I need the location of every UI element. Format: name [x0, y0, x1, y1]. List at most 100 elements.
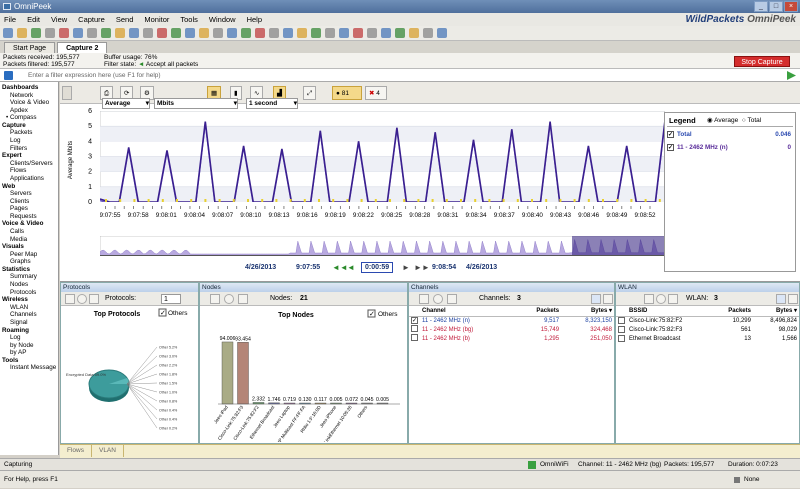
tab-flows[interactable]: Flows — [60, 445, 92, 457]
sidebar-item[interactable]: Clients/Servers — [0, 160, 58, 168]
table-row[interactable]: 11 - 2462 MHz (bg) 15,749 324,468 — [409, 325, 614, 334]
sidebar-item[interactable]: Peer Map — [0, 251, 58, 259]
rewind-icon[interactable]: ◄◄ — [332, 263, 348, 272]
filter-bar[interactable]: Enter a filter expression here (use F1 f… — [0, 69, 800, 82]
toolbar-icon-21[interactable] — [297, 28, 307, 38]
table-view-icon[interactable] — [65, 294, 75, 304]
overview-timeline[interactable] — [100, 236, 665, 256]
forward-icon[interactable]: ► — [402, 263, 410, 272]
sidebar-item[interactable]: Nodes — [0, 281, 58, 289]
col-packets[interactable]: Packets — [712, 306, 753, 317]
sidebar-item[interactable]: WLAN — [0, 304, 58, 312]
row-checkbox[interactable] — [411, 334, 418, 341]
toolbar-icon-31[interactable] — [437, 28, 447, 38]
legend-row[interactable]: ✓ 11 - 2462 MHz (n) 0 — [667, 142, 793, 155]
toolbar-icon-16[interactable] — [227, 28, 237, 38]
menu-window[interactable]: Window — [209, 13, 236, 26]
sidebar-item[interactable]: Channels — [0, 311, 58, 319]
maximize-button[interactable]: □ — [769, 1, 783, 12]
toolbar-icon-12[interactable] — [171, 28, 181, 38]
toolbar-icon-20[interactable] — [283, 28, 293, 38]
unit-dropdown[interactable]: Mbits ▾ — [154, 98, 238, 109]
menu-tools[interactable]: Tools — [180, 13, 198, 26]
tab-start-page[interactable]: Start Page — [4, 42, 56, 53]
sidebar-item[interactable]: Pages — [0, 205, 58, 213]
sidebar-item[interactable]: Summary — [0, 273, 58, 281]
row-checkbox[interactable] — [618, 334, 625, 342]
sidebar-item[interactable]: by Node — [0, 342, 58, 350]
toolbar-icon-29[interactable] — [409, 28, 419, 38]
menu-help[interactable]: Help — [247, 13, 262, 26]
tab-capture-2[interactable]: Capture 2 — [57, 42, 108, 53]
stop-capture-button[interactable]: Stop Capture — [734, 56, 790, 67]
row-checkbox[interactable] — [618, 325, 625, 333]
options-icon[interactable] — [603, 294, 613, 304]
sidebar-item[interactable]: Apdex — [0, 107, 58, 115]
bar-view-icon[interactable] — [447, 294, 457, 304]
toolbar-icon-30[interactable] — [423, 28, 433, 38]
pie-view-icon[interactable] — [433, 294, 443, 304]
toolbar-icon-24[interactable] — [339, 28, 349, 38]
sidebar-item[interactable]: Requests — [0, 213, 58, 221]
traffic-line-chart[interactable] — [100, 111, 665, 202]
toolbar-icon-13[interactable] — [185, 28, 195, 38]
toolbar-icon-18[interactable] — [255, 28, 265, 38]
collapse-icon[interactable] — [62, 86, 72, 100]
toolbar-icon-22[interactable] — [311, 28, 321, 38]
sidebar-item[interactable]: Voice & Video — [0, 99, 58, 107]
table-view-icon[interactable] — [419, 294, 429, 304]
event-count-b[interactable]: ✖ 4 — [365, 86, 387, 100]
col-bytes[interactable]: Bytes ▾ — [752, 306, 799, 317]
close-button[interactable]: × — [784, 1, 798, 12]
toolbar-icon-0[interactable] — [3, 28, 13, 38]
row-checkbox[interactable] — [618, 316, 625, 324]
sidebar-item[interactable]: Protocols — [0, 289, 58, 297]
sidebar-item[interactable]: Applications — [0, 175, 58, 183]
interval-field[interactable]: 1 second ▾ — [246, 98, 298, 109]
sidebar-item[interactable]: • Compass — [0, 114, 58, 122]
toolbar-icon-27[interactable] — [381, 28, 391, 38]
bar-view-icon[interactable] — [238, 294, 248, 304]
toolbar-icon-6[interactable] — [87, 28, 97, 38]
table-row[interactable]: 11 - 2462 MHz (b) 1,295 251,050 — [409, 334, 614, 343]
table-view-icon[interactable] — [644, 294, 654, 304]
col-packets[interactable]: Packets — [515, 306, 562, 317]
col-bytes[interactable]: Bytes ▾ — [561, 306, 614, 317]
table-row[interactable]: Ethernet Broadcast 13 1,566 — [616, 334, 799, 344]
toolbar-icon-7[interactable] — [101, 28, 111, 38]
legend-mode[interactable]: ◉ Average ○ Total — [707, 116, 761, 124]
filter-icon[interactable] — [4, 71, 13, 80]
row-checkbox[interactable]: ✓ — [411, 317, 418, 325]
toolbar-icon-4[interactable] — [59, 28, 69, 38]
col-bssid[interactable]: BSSID — [627, 306, 713, 317]
toolbar-icon-23[interactable] — [325, 28, 335, 38]
bar-view-icon[interactable] — [89, 294, 99, 304]
sidebar-item[interactable]: Filters — [0, 145, 58, 153]
toolbar-icon-5[interactable] — [73, 28, 83, 38]
col-channel[interactable]: Channel — [420, 306, 516, 317]
zoom-icon[interactable]: ⤢ — [303, 86, 317, 100]
filter-input[interactable]: Enter a filter expression here (use F1 f… — [28, 72, 161, 79]
toolbar-icon-10[interactable] — [143, 28, 153, 38]
table-row[interactable]: Cisco-Link:75:82:F2 10,299 8,496,824 — [616, 316, 799, 326]
node-bar[interactable] — [221, 341, 234, 405]
table-view-icon[interactable] — [210, 294, 220, 304]
mode-dropdown[interactable]: Average ▾ — [102, 98, 150, 109]
menu-edit[interactable]: Edit — [27, 13, 40, 26]
row-checkbox[interactable] — [411, 325, 418, 332]
span-field[interactable]: 0:00:59 — [361, 262, 394, 273]
menu-send[interactable]: Send — [116, 13, 134, 26]
toolbar-icon-14[interactable] — [199, 28, 209, 38]
table-row[interactable]: ✓ 11 - 2462 MHz (n) 9,517 8,323,150 — [409, 316, 614, 325]
toolbar-icon-1[interactable] — [17, 28, 27, 38]
filter-icon[interactable] — [776, 294, 786, 304]
options-icon[interactable] — [788, 294, 798, 304]
sidebar-item[interactable]: Instant Message — [0, 364, 58, 372]
sidebar-item[interactable]: Network — [0, 92, 58, 100]
toolbar-icon-2[interactable] — [31, 28, 41, 38]
sidebar-item[interactable]: Clients — [0, 198, 58, 206]
sidebar-item[interactable]: Log — [0, 334, 58, 342]
sidebar-item[interactable]: by AP — [0, 349, 58, 357]
toolbar-icon-26[interactable] — [367, 28, 377, 38]
pie-view-icon[interactable] — [224, 294, 234, 304]
